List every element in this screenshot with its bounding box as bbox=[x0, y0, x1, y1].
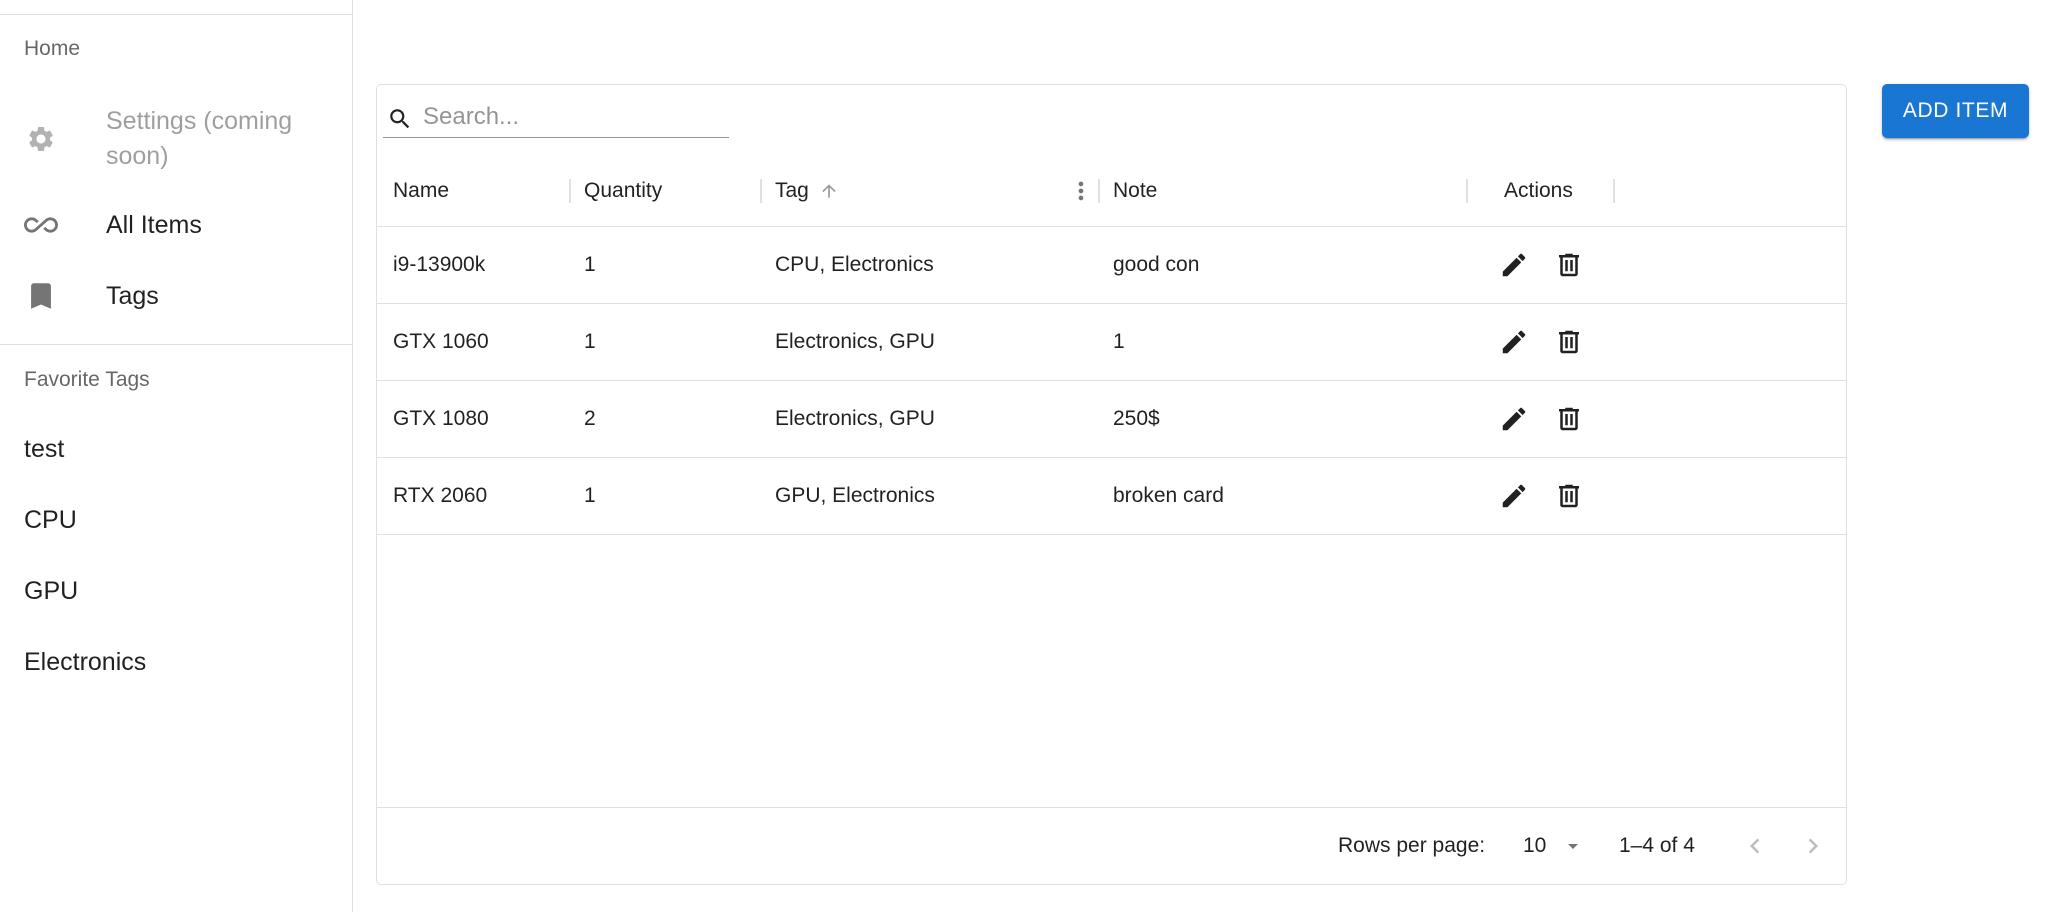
column-separator[interactable] bbox=[760, 179, 762, 203]
cell-note: 250$ bbox=[1113, 407, 1160, 430]
rows-per-page-select[interactable]: 10 bbox=[1515, 826, 1585, 866]
cell-name: GTX 1080 bbox=[393, 407, 489, 430]
cell-tag: Electronics, GPU bbox=[775, 330, 935, 353]
sidebar-divider bbox=[0, 344, 352, 345]
table-row[interactable]: RTX 2060 1 GPU, Electronics broken card bbox=[377, 458, 1846, 535]
sidebar-divider bbox=[0, 14, 352, 15]
cell-name: RTX 2060 bbox=[393, 484, 488, 507]
trash-icon bbox=[1559, 330, 1579, 354]
next-page-button[interactable] bbox=[1791, 824, 1835, 868]
favorite-tag-label: Electronics bbox=[24, 648, 147, 676]
favorite-tag-item[interactable]: CPU bbox=[0, 492, 352, 552]
column-header-label: Tag bbox=[775, 179, 809, 202]
cell-quantity: 2 bbox=[584, 407, 596, 430]
table-footer: Rows per page: 10 1–4 of 4 bbox=[377, 807, 1846, 885]
favorite-tag-item[interactable]: Electronics bbox=[0, 634, 352, 694]
delete-button[interactable] bbox=[1550, 323, 1588, 361]
favorite-tag-label: CPU bbox=[24, 506, 77, 534]
sidebar-item-tags[interactable]: Tags bbox=[0, 279, 352, 315]
pencil-icon bbox=[1502, 484, 1526, 508]
rows-per-page-value: 10 bbox=[1523, 834, 1547, 857]
column-header-note[interactable]: Note bbox=[1113, 155, 1157, 227]
cell-quantity: 1 bbox=[584, 253, 596, 276]
pencil-icon bbox=[1502, 330, 1526, 354]
column-separator[interactable] bbox=[1613, 179, 1615, 203]
search-input[interactable] bbox=[423, 100, 723, 134]
pencil-icon bbox=[1502, 407, 1526, 431]
cell-note: good con bbox=[1113, 253, 1200, 276]
sidebar-item-label: Tags bbox=[106, 282, 159, 310]
table-row[interactable]: GTX 1080 2 Electronics, GPU 250$ bbox=[377, 381, 1846, 458]
items-table: Name Quantity Tag Note Actions i9-13900k… bbox=[376, 84, 1847, 885]
cell-note: broken card bbox=[1113, 484, 1224, 507]
trash-icon bbox=[1559, 484, 1579, 508]
column-separator[interactable] bbox=[1098, 179, 1100, 203]
trash-icon bbox=[1559, 407, 1579, 431]
trash-icon bbox=[1559, 253, 1579, 277]
sidebar-item-label: Settings (coming soon) bbox=[106, 107, 293, 170]
pencil-icon bbox=[1502, 253, 1526, 277]
caret-down-icon bbox=[1568, 844, 1578, 849]
pagination-range: 1–4 of 4 bbox=[1619, 834, 1695, 857]
favorite-tag-label: GPU bbox=[24, 577, 79, 605]
chevron-right-icon bbox=[1808, 838, 1818, 854]
edit-button[interactable] bbox=[1495, 477, 1533, 515]
cell-quantity: 1 bbox=[584, 484, 596, 507]
sidebar-home-header: Home bbox=[24, 37, 81, 60]
column-separator[interactable] bbox=[569, 179, 571, 203]
cell-name: i9-13900k bbox=[393, 253, 486, 276]
cell-tag: CPU, Electronics bbox=[775, 253, 934, 276]
search-field[interactable] bbox=[383, 96, 729, 138]
chevron-left-icon bbox=[1750, 838, 1760, 854]
favorite-tag-item[interactable]: test bbox=[0, 421, 352, 481]
add-item-button[interactable]: ADD ITEM bbox=[1882, 84, 2029, 138]
bookmark-icon bbox=[24, 279, 58, 313]
search-icon bbox=[387, 106, 413, 132]
cell-note: 1 bbox=[1113, 330, 1125, 353]
column-header-name[interactable]: Name bbox=[393, 155, 449, 227]
table-header: Name Quantity Tag Note Actions bbox=[377, 155, 1846, 227]
sidebar-item-all-items[interactable]: All Items bbox=[0, 208, 352, 244]
cell-name: GTX 1060 bbox=[393, 330, 489, 353]
edit-button[interactable] bbox=[1495, 400, 1533, 438]
cell-tag: GPU, Electronics bbox=[775, 484, 935, 507]
infinity-icon bbox=[24, 208, 58, 242]
rows-per-page-label: Rows per page: bbox=[1338, 834, 1486, 857]
delete-button[interactable] bbox=[1550, 246, 1588, 284]
column-header-actions: Actions bbox=[1504, 179, 1573, 202]
favorite-tag-label: test bbox=[24, 435, 65, 463]
delete-button[interactable] bbox=[1550, 477, 1588, 515]
delete-button[interactable] bbox=[1550, 400, 1588, 438]
edit-button[interactable] bbox=[1495, 323, 1533, 361]
cell-tag: Electronics, GPU bbox=[775, 407, 935, 430]
sidebar-item-settings[interactable]: Settings (coming soon) bbox=[0, 104, 352, 174]
column-header-tag[interactable]: Tag bbox=[775, 155, 839, 227]
sidebar: Home Settings (coming soon) All Items Ta… bbox=[0, 0, 353, 912]
favorite-tags-header: Favorite Tags bbox=[24, 368, 150, 391]
sort-ascending-icon[interactable] bbox=[819, 181, 839, 201]
gear-icon bbox=[24, 122, 58, 156]
previous-page-button[interactable] bbox=[1733, 824, 1777, 868]
column-header-quantity[interactable]: Quantity bbox=[584, 155, 662, 227]
column-menu-icon[interactable] bbox=[1067, 177, 1095, 205]
edit-button[interactable] bbox=[1495, 246, 1533, 284]
favorite-tag-item[interactable]: GPU bbox=[0, 563, 352, 623]
sidebar-item-label: All Items bbox=[106, 211, 202, 239]
table-row[interactable]: GTX 1060 1 Electronics, GPU 1 bbox=[377, 304, 1846, 381]
column-separator[interactable] bbox=[1466, 179, 1468, 203]
cell-quantity: 1 bbox=[584, 330, 596, 353]
table-row[interactable]: i9-13900k 1 CPU, Electronics good con bbox=[377, 227, 1846, 304]
